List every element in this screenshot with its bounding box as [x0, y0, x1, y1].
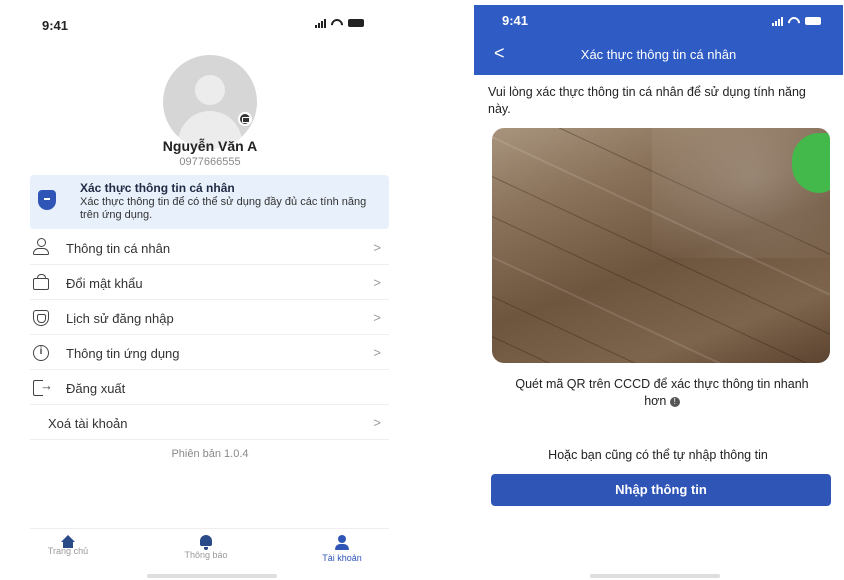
menu-item-login-history[interactable]: Lịch sử đăng nhập >: [30, 300, 389, 335]
chevron-right-icon: >: [373, 240, 381, 255]
tab-home[interactable]: Trang chủ: [28, 535, 108, 556]
battery-icon: [348, 19, 364, 27]
signal-icon: [772, 16, 783, 26]
camera-viewfinder[interactable]: [492, 128, 830, 363]
menu-item-logout[interactable]: Đăng xuất: [30, 370, 389, 405]
tab-account[interactable]: Tài khoản: [302, 535, 382, 563]
menu-item-label: Thông tin cá nhân: [66, 241, 171, 256]
wifi-icon: [788, 17, 800, 26]
tab-notifications[interactable]: Thông báo: [166, 535, 246, 560]
app-version: Phiên bản 1.0.4: [171, 448, 249, 460]
menu-item-label: Đổi mật khẩu: [66, 276, 143, 291]
bell-icon: [200, 535, 212, 550]
chevron-right-icon: >: [373, 275, 381, 290]
status-bar: 9:41: [0, 14, 400, 34]
manual-entry-text: Hoặc bạn cũng có thể tự nhập thông tin: [548, 448, 768, 462]
logout-icon: [33, 378, 53, 396]
verify-banner-title: Xác thực thông tin cá nhân: [80, 181, 235, 195]
bottom-tab-bar: Trang chủ Thông báo Tài khoản: [30, 528, 389, 580]
menu-item-label: Xoá tài khoản: [48, 416, 128, 431]
menu-item-change-password[interactable]: Đổi mật khẩu >: [30, 265, 389, 300]
verify-banner-description: Xác thực thông tin để có thể sử dụng đầy…: [80, 196, 367, 221]
qr-hint: Quét mã QR trên CCCD để xác thực thông t…: [512, 376, 812, 410]
signal-icon: [315, 18, 326, 28]
page-title: Xác thực thông tin cá nhân: [580, 47, 737, 62]
shield-icon: [33, 310, 49, 326]
info-icon[interactable]: !: [669, 396, 680, 407]
chevron-right-icon: >: [373, 345, 381, 360]
home-indicator: [147, 574, 277, 578]
shield-icon: [38, 190, 56, 210]
status-icons: [315, 18, 364, 28]
header-bar: 9:41 < Xác thực thông tin cá nhân: [474, 5, 843, 75]
account-menu: Thông tin cá nhân > Đổi mật khẩu > Lịch …: [30, 230, 389, 440]
home-indicator: [590, 574, 720, 578]
menu-item-delete-account[interactable]: Xoá tài khoản >: [30, 405, 389, 440]
instruction-text: Vui lòng xác thực thông tin cá nhân để s…: [488, 85, 806, 116]
enter-info-button[interactable]: Nhập thông tin: [491, 474, 831, 506]
qr-hint-text: Quét mã QR trên CCCD để xác thực thông t…: [515, 377, 809, 408]
camera-icon[interactable]: [238, 112, 252, 126]
user-icon: [33, 238, 49, 255]
verify-screen: 9:41 < Xác thực thông tin cá nhân Vui lò…: [472, 0, 844, 580]
menu-item-label: Thông tin ứng dụng: [66, 346, 180, 361]
status-time: 9:41: [42, 18, 69, 33]
menu-item-app-info[interactable]: i Thông tin ứng dụng >: [30, 335, 389, 370]
battery-icon: [805, 17, 821, 25]
tab-label: Thông báo: [184, 550, 228, 560]
user-phone: 0977666555: [179, 156, 241, 168]
menu-item-label: Lịch sử đăng nhập: [66, 311, 174, 326]
wifi-icon: [331, 19, 343, 28]
menu-item-label: Đăng xuất: [66, 381, 126, 396]
avatar[interactable]: [163, 55, 257, 149]
verify-banner[interactable]: Xác thực thông tin cá nhân Xác thực thôn…: [30, 175, 389, 229]
tab-label: Tài khoản: [322, 553, 362, 563]
home-icon: [61, 535, 75, 548]
account-icon: [335, 535, 349, 550]
status-time: 9:41: [502, 13, 529, 28]
chevron-right-icon: >: [373, 310, 381, 325]
bag-icon: [33, 274, 49, 290]
status-icons: [772, 16, 821, 26]
chevron-right-icon: >: [373, 415, 381, 430]
account-screen: 9:41 Nguyễn Văn A 0977666555 Xác thực th…: [0, 0, 400, 580]
menu-item-personal-info[interactable]: Thông tin cá nhân >: [30, 230, 389, 265]
user-name: Nguyễn Văn A: [162, 138, 258, 154]
info-icon: i: [33, 345, 49, 361]
